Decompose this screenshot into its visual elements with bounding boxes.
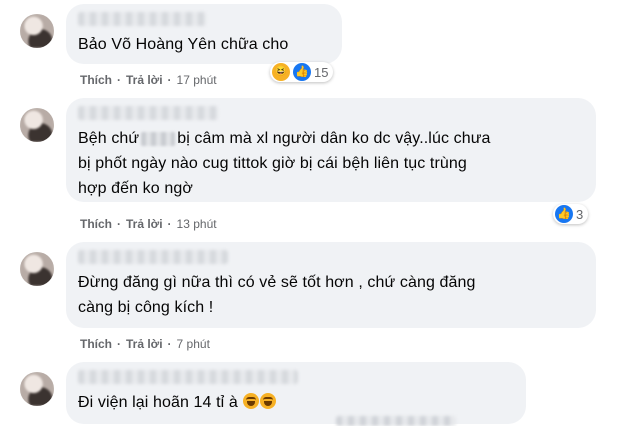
laughing-emoji [260,393,277,409]
redacted-reply-preview [336,416,456,426]
commenter-avatar[interactable] [20,252,54,286]
reaction-summary[interactable]: 👍 3 [553,204,589,224]
comment-actions: Thích · Trả lời · 13 phút [80,217,217,231]
comment-text-line: càng bị công kích ! [78,299,214,316]
like-link[interactable]: Thích [80,337,112,351]
separator-dot: · [167,217,172,231]
comment-text-line: bị phốt ngày nào cug tittok giờ bị cái b… [78,155,467,172]
like-link[interactable]: Thích [80,217,112,231]
reaction-count: 15 [314,64,329,80]
comment-text-line: Đừng đăng gì nữa thì có vẻ sẽ tốt hơn , … [78,274,476,291]
comment-bubble: Đừng đăng gì nữa thì có vẻ sẽ tốt hơn , … [66,242,596,328]
reply-link[interactable]: Trả lời [126,217,163,231]
comment-bubble: Đi viện lại hoãn 14 tỉ à [66,362,526,424]
commenter-avatar[interactable] [20,14,54,48]
like-icon: 👍 [293,63,311,81]
reply-link[interactable]: Trả lời [126,73,163,87]
comment-text-line: hợp đến ko ngờ [78,180,193,197]
haha-icon: 😆 [272,63,290,81]
separator-dot: · [117,337,121,351]
comment-timestamp[interactable]: 7 phút [177,337,210,351]
comment-timestamp[interactable]: 13 phút [177,217,217,231]
reply-link[interactable]: Trả lời [126,337,163,351]
comment-text-segment: Đi viện lại hoãn 14 tỉ à [78,394,238,411]
commenter-name-redacted[interactable] [78,250,228,264]
comment-text-line: Đi viện lại hoãn 14 tỉ à [78,390,514,415]
comment-actions: Thích · Trả lời · 17 phút [80,73,217,87]
separator-dot: · [117,217,121,231]
separator-dot: · [167,337,172,351]
like-icon: 👍 [555,205,573,223]
commenter-name-redacted[interactable] [78,12,206,26]
comment-text-segment: Bệh chứ [78,130,140,147]
separator-dot: · [167,73,172,87]
like-link[interactable]: Thích [80,73,112,87]
commenter-avatar[interactable] [20,108,54,142]
comment-text: Bảo Võ Hoàng Yên chữa cho [78,36,289,53]
laughing-emoji [243,393,260,409]
commenter-name-redacted[interactable] [78,370,298,384]
comment-text-segment: bị câm mà xl người dân ko dc vậy..lúc ch… [177,130,491,147]
separator-dot: · [117,73,121,87]
commenter-name-redacted[interactable] [78,106,218,120]
comment-text-line: Bệh chứ bị câm mà xl người dân ko dc vậy.… [78,126,584,151]
redacted-word [141,131,176,146]
reaction-count: 3 [576,206,584,222]
comment-timestamp[interactable]: 17 phút [177,73,217,87]
comment-actions: Thích · Trả lời · 7 phút [80,337,210,351]
comment-bubble: Bệh chứ bị câm mà xl người dân ko dc vậy.… [66,98,596,202]
comment-bubble: Bảo Võ Hoàng Yên chữa cho [66,4,342,64]
reaction-summary[interactable]: 😆 👍 15 [270,62,334,82]
commenter-avatar[interactable] [20,372,54,406]
